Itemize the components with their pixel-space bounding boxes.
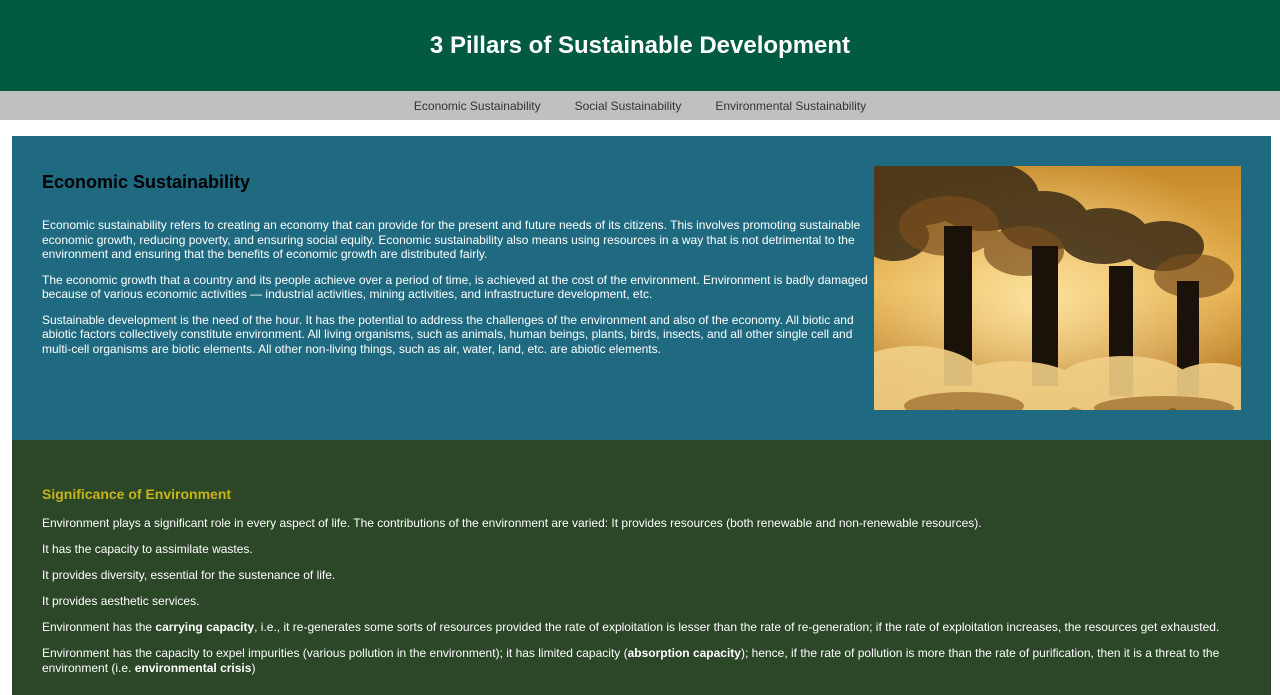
carrying-capacity-term: carrying capacity xyxy=(155,620,255,634)
environment-text: Environment plays a significant role in … xyxy=(42,516,1252,687)
text-fragment: Environment has the xyxy=(42,620,156,634)
environment-title: Significance of Environment xyxy=(42,486,232,502)
nav-link-social[interactable]: Social Sustainability xyxy=(575,99,682,113)
nav-link-economic[interactable]: Economic Sustainability xyxy=(414,99,541,113)
economic-text: Economic sustainability refers to creati… xyxy=(42,218,870,367)
environment-paragraph: Environment has the carrying capacity, i… xyxy=(42,620,1252,635)
absorption-capacity-term: absorption capacity xyxy=(627,646,741,660)
text-fragment: ) xyxy=(251,660,256,675)
economic-paragraph: Sustainable development is the need of t… xyxy=(42,312,854,356)
factory-smokestacks-image xyxy=(874,166,1241,410)
nav-link-environmental[interactable]: Environmental Sustainability xyxy=(715,99,866,113)
environment-paragraph: It has the capacity to assimilate wastes… xyxy=(42,542,253,556)
environment-paragraph: It provides diversity, essential for the… xyxy=(42,568,336,582)
economic-paragraph: The economic growth that a country and i… xyxy=(42,272,868,302)
text-fragment: , i.e., it re-generates some sorts of re… xyxy=(254,620,1220,634)
page-title: 3 Pillars of Sustainable Development xyxy=(429,31,851,59)
nav-bar: Economic Sustainability Social Sustainab… xyxy=(0,91,1280,120)
page-header: 3 Pillars of Sustainable Development xyxy=(0,0,1280,91)
environment-paragraph: Environment has the capacity to expel im… xyxy=(42,646,1252,675)
environmental-crisis-term: environmental crisis xyxy=(134,660,252,675)
environment-paragraph: It provides aesthetic services. xyxy=(42,594,200,608)
text-fragment: Environment has the capacity to expel im… xyxy=(42,646,628,660)
environment-paragraph: Environment plays a significant role in … xyxy=(42,516,982,530)
economic-paragraph: Economic sustainability refers to creati… xyxy=(42,218,861,261)
economic-title: Economic Sustainability xyxy=(42,172,251,192)
economic-section: Economic Sustainability Economic sustain… xyxy=(12,136,1271,440)
environment-section: Significance of Environment Environment … xyxy=(12,440,1271,695)
